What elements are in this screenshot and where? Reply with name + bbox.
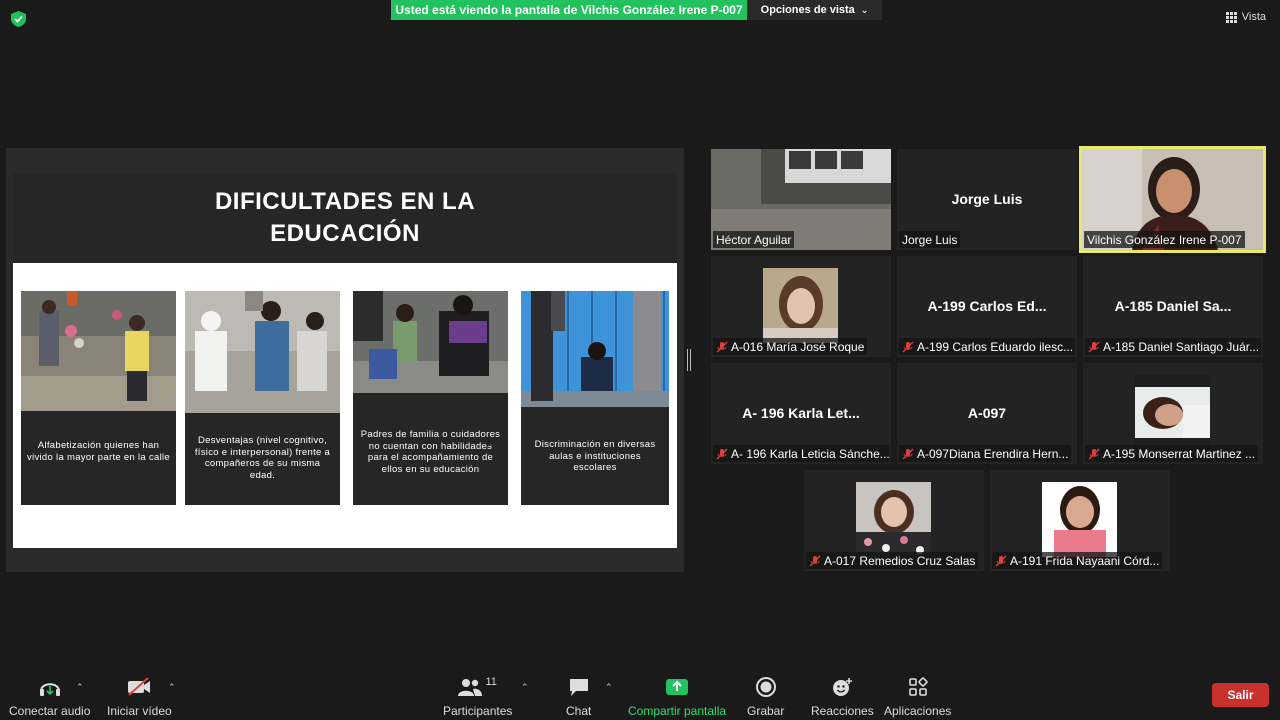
view-options-button[interactable]: Opciones de vista ⌄	[747, 0, 882, 20]
record-label: Grabar	[747, 704, 785, 718]
participants-icon-wrap: 11	[458, 676, 497, 698]
participant-tile-active-speaker[interactable]: Vilchis González Irene P-007	[1079, 146, 1266, 253]
microphone-muted-icon	[902, 448, 914, 460]
chat-icon	[568, 676, 590, 698]
participant-name: Vilchis González Irene P-007	[1084, 231, 1245, 248]
participant-display-name: A-185 Daniel Sa...	[1114, 298, 1232, 314]
card-text: Discriminación en diversas aulas e insti…	[534, 439, 656, 473]
microphone-muted-icon	[1088, 341, 1100, 353]
participant-display-name: Jorge Luis	[951, 191, 1023, 207]
card-text: Padres de familia o cuidadores no cuenta…	[360, 429, 501, 475]
view-options-label: Opciones de vista	[760, 4, 855, 16]
microphone-muted-icon	[809, 555, 821, 567]
participant-tile[interactable]: Jorge Luis Jorge Luis	[897, 149, 1077, 250]
apps-button[interactable]: Aplicaciones	[884, 676, 951, 718]
participants-icon	[458, 679, 483, 696]
leave-meeting-button[interactable]: Salir	[1212, 683, 1269, 707]
participant-tile[interactable]: Héctor Aguilar	[711, 149, 891, 250]
video-options-caret-icon[interactable]: ⌃	[168, 682, 176, 693]
start-video-button[interactable]: Iniciar vídeo	[107, 676, 172, 718]
participant-display-name: A- 196 Karla Let...	[742, 405, 860, 421]
sharing-banner: Usted está viendo la pantalla de Vilchis…	[391, 0, 747, 20]
join-audio-label: Conectar audio	[9, 704, 91, 718]
view-label: Vista	[1241, 11, 1266, 23]
meeting-toolbar: Conectar audio ⌃ Iniciar vídeo ⌃ 11 Part…	[0, 664, 1280, 720]
share-screen-icon	[665, 676, 689, 698]
participant-avatar	[1135, 375, 1210, 450]
participants-button[interactable]: 11 Participantes	[443, 676, 512, 718]
audio-options-caret-icon[interactable]: ⌃	[76, 682, 84, 693]
chat-button[interactable]: Chat	[566, 676, 591, 718]
participants-label: Participantes	[443, 704, 513, 718]
record-icon	[755, 676, 776, 698]
apps-icon	[908, 676, 928, 698]
chat-label: Chat	[566, 704, 592, 718]
participants-options-caret-icon[interactable]: ⌃	[521, 682, 529, 693]
participant-display-name: A-097	[967, 405, 1007, 421]
smiley-add-icon	[831, 676, 853, 698]
microphone-muted-icon	[716, 448, 728, 460]
participant-avatar	[763, 268, 838, 343]
headphones-icon	[38, 676, 62, 698]
card-text: Desventajas (nivel cognitivo, físico e i…	[194, 435, 331, 481]
grid-icon	[1225, 11, 1237, 23]
camera-off-icon	[126, 676, 152, 698]
slide-card: Desventajas (nivel cognitivo, físico e i…	[185, 291, 340, 505]
participant-name: A-097Diana Erendira Hern...	[899, 445, 1072, 462]
microphone-muted-icon	[1088, 448, 1100, 460]
participant-tile[interactable]: A-185 Daniel Sa... A-185 Daniel Santiago…	[1083, 256, 1263, 357]
participant-display-name: A-199 Carlos Ed...	[927, 298, 1047, 314]
participant-tile[interactable]: A-017 Remedios Cruz Salas	[804, 470, 984, 571]
participant-name: A-017 Remedios Cruz Salas	[806, 552, 979, 569]
card-text: Alfabetización quienes han vivido la may…	[27, 440, 170, 463]
participant-tile[interactable]: A-016 María José Roque	[711, 256, 891, 357]
record-button[interactable]: Grabar	[747, 676, 784, 718]
participant-name: A-195 Monserrat Martinez ...	[1085, 445, 1259, 462]
participant-name: Jorge Luis	[899, 231, 961, 248]
reactions-label: Reacciones	[811, 704, 874, 718]
chevron-down-icon: ⌄	[860, 4, 869, 15]
participant-tile[interactable]: A- 196 Karla Let... A- 196 Karla Leticia…	[711, 363, 891, 464]
participant-avatar	[856, 482, 931, 557]
participant-name: Héctor Aguilar	[713, 231, 795, 248]
participant-tile[interactable]: A-199 Carlos Ed... A-199 Carlos Eduardo …	[897, 256, 1077, 357]
participant-avatar	[1042, 482, 1117, 557]
view-button[interactable]: Vista	[1225, 11, 1266, 23]
photo-bullying-lockers	[521, 291, 669, 407]
share-screen-button[interactable]: Compartir pantalla	[628, 676, 726, 718]
participants-count: 11	[485, 676, 497, 688]
chat-options-caret-icon[interactable]: ⌃	[605, 682, 613, 693]
presentation-slide: DIFICULTADES EN LA EDUCACIÓN Alfabetizac…	[13, 173, 677, 548]
shield-icon[interactable]	[11, 11, 26, 27]
shared-screen[interactable]: DIFICULTADES EN LA EDUCACIÓN Alfabetizac…	[6, 148, 684, 572]
photo-parent-child	[353, 291, 508, 393]
panel-resize-handle[interactable]	[687, 349, 691, 371]
participant-name: A-016 María José Roque	[713, 338, 868, 355]
apps-label: Aplicaciones	[884, 704, 952, 718]
participant-tile[interactable]: A-191 Frida Nayaani Córd...	[990, 470, 1170, 571]
slide-title: DIFICULTADES EN LA EDUCACIÓN	[214, 188, 476, 247]
slide-card: Alfabetización quienes han vivido la may…	[21, 291, 176, 505]
participant-name: A- 196 Karla Leticia Sánche...	[713, 445, 889, 462]
microphone-muted-icon	[995, 555, 1007, 567]
photo-children-street	[21, 291, 176, 411]
start-video-label: Iniciar vídeo	[107, 704, 172, 718]
participant-name: A-199 Carlos Eduardo ilesc...	[899, 338, 1075, 355]
slide-card: Padres de familia o cuidadores no cuenta…	[353, 291, 508, 505]
microphone-muted-icon	[902, 341, 914, 353]
reactions-button[interactable]: Reacciones	[811, 676, 874, 718]
microphone-muted-icon	[716, 341, 728, 353]
participant-name: A-185 Daniel Santiago Juár...	[1085, 338, 1261, 355]
share-screen-label: Compartir pantalla	[628, 704, 727, 718]
participant-tile[interactable]: A-195 Monserrat Martinez ...	[1083, 363, 1263, 464]
photo-boys-playing	[185, 291, 340, 413]
participant-name: A-191 Frida Nayaani Córd...	[992, 552, 1163, 569]
slide-card: Discriminación en diversas aulas e insti…	[521, 291, 669, 505]
participant-tile[interactable]: A-097 A-097Diana Erendira Hern...	[897, 363, 1077, 464]
slide-header: DIFICULTADES EN LA EDUCACIÓN	[13, 173, 677, 263]
